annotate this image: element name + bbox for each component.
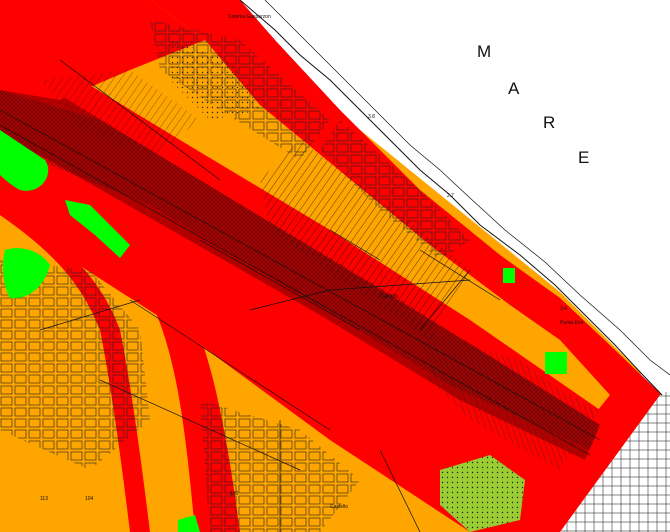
green-park-coast — [545, 352, 567, 374]
place-label-center: Centro — [380, 294, 399, 300]
spot-height: 3.8 — [368, 114, 375, 120]
sea-letter-e: E — [578, 148, 589, 167]
sea-letter-r: R — [543, 113, 555, 132]
sea-letter-a: A — [508, 79, 520, 98]
sea-letter-m: M — [477, 42, 491, 61]
place-label-east: Punta Ena — [560, 320, 584, 326]
place-label-north: Colonia Gasparzon — [228, 14, 271, 20]
spot-height: 130 — [230, 491, 239, 497]
place-label-south: Castello — [330, 504, 348, 510]
noise-zoning-map: M A R E Colonia Gasparzon Punta Ena Cent… — [0, 0, 670, 532]
spot-height: 113 — [40, 496, 48, 502]
spot-height: 104 — [85, 496, 94, 502]
green-park-coast-2 — [503, 268, 515, 283]
spot-height: 3.4 — [560, 306, 567, 312]
spot-height: 2.7 — [447, 193, 454, 199]
map-canvas: M A R E Colonia Gasparzon Punta Ena Cent… — [0, 0, 670, 532]
